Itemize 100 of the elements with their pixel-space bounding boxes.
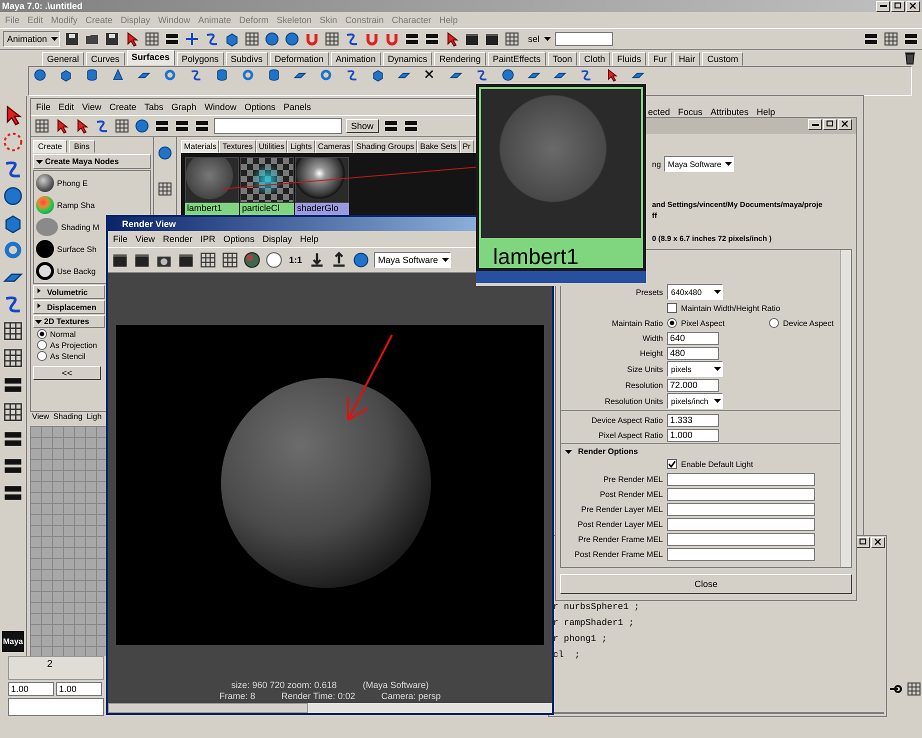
menu-item[interactable]: Edit bbox=[58, 102, 74, 112]
input-field[interactable] bbox=[554, 32, 613, 46]
layout-icon[interactable] bbox=[424, 31, 440, 47]
caret-icon[interactable] bbox=[544, 37, 551, 41]
cube-icon[interactable] bbox=[371, 68, 385, 82]
curve-icon[interactable] bbox=[475, 68, 489, 82]
layout-icon[interactable] bbox=[863, 31, 879, 47]
shelf-tab[interactable]: Fluids bbox=[612, 52, 646, 66]
menu-item[interactable]: Display bbox=[262, 234, 292, 244]
layout-icon[interactable] bbox=[174, 118, 190, 134]
magnet-icon[interactable] bbox=[364, 31, 380, 47]
menu-item[interactable]: File bbox=[113, 234, 128, 244]
input-field[interactable] bbox=[667, 518, 815, 530]
menu-item[interactable]: File bbox=[36, 102, 51, 112]
cube-icon[interactable] bbox=[59, 68, 73, 82]
shelf-tab[interactable]: Surfaces bbox=[126, 50, 175, 66]
mode-dropdown[interactable]: Animation bbox=[3, 31, 60, 47]
shelf-tab[interactable]: Dynamics bbox=[382, 52, 432, 66]
menu-item[interactable]: Ligh bbox=[86, 412, 102, 424]
input-field[interactable]: 480 bbox=[667, 346, 719, 360]
menu-item[interactable]: Render bbox=[162, 234, 192, 244]
minimize-button[interactable] bbox=[876, 0, 890, 12]
curve-icon[interactable] bbox=[345, 68, 359, 82]
layout-icon[interactable] bbox=[382, 118, 399, 134]
maximize-button[interactable] bbox=[856, 537, 870, 548]
section-header[interactable]: Render Options bbox=[561, 443, 840, 456]
menu-item[interactable]: View bbox=[82, 102, 102, 112]
shelf-tab[interactable]: Polygons bbox=[176, 52, 224, 66]
menu-item[interactable]: Window bbox=[204, 102, 236, 112]
shader-swatch[interactable] bbox=[36, 240, 54, 258]
node-label[interactable]: Surface Sh bbox=[57, 244, 97, 254]
dropdown[interactable]: pixels/inch bbox=[667, 393, 723, 409]
sphere-icon[interactable] bbox=[352, 251, 370, 269]
tab[interactable]: Materials bbox=[181, 140, 220, 153]
layout-icon[interactable] bbox=[154, 118, 170, 134]
grid-icon[interactable] bbox=[221, 251, 239, 269]
shelf-tab[interactable]: Deformation bbox=[270, 52, 329, 66]
input-field[interactable] bbox=[667, 472, 815, 486]
panel-tab[interactable]: Create bbox=[33, 140, 68, 153]
input-field[interactable] bbox=[667, 502, 815, 516]
close-button[interactable] bbox=[871, 537, 885, 548]
layout-icon[interactable] bbox=[194, 118, 210, 134]
panel-tab[interactable]: Bins bbox=[69, 140, 95, 153]
cone-icon[interactable] bbox=[111, 68, 125, 82]
sphere-icon[interactable] bbox=[157, 145, 173, 161]
shelf-tab[interactable]: Hair bbox=[674, 52, 700, 66]
shelf-tab[interactable]: Toon bbox=[548, 52, 578, 66]
grid-icon[interactable] bbox=[883, 31, 899, 47]
menu-item[interactable]: View bbox=[32, 412, 50, 424]
sphere-icon[interactable] bbox=[33, 68, 47, 82]
torus-icon[interactable] bbox=[2, 239, 24, 261]
layout-icon[interactable] bbox=[164, 31, 180, 47]
plus-icon[interactable] bbox=[184, 31, 200, 47]
colorball-icon[interactable] bbox=[243, 251, 261, 269]
minimize-button[interactable] bbox=[808, 119, 822, 130]
grid-icon[interactable] bbox=[2, 320, 24, 342]
sphere-icon[interactable] bbox=[134, 118, 150, 134]
range-end-field[interactable]: 1.00 bbox=[56, 682, 102, 696]
torus-icon[interactable] bbox=[163, 68, 177, 82]
sphere-icon[interactable] bbox=[2, 185, 24, 207]
shelf-tab[interactable]: PaintEffects bbox=[488, 52, 546, 66]
grid-icon[interactable] bbox=[2, 401, 24, 423]
torus-icon[interactable] bbox=[241, 68, 255, 82]
input-field[interactable]: 1.000 bbox=[667, 428, 719, 442]
selection-mode-label[interactable]: sel bbox=[528, 34, 540, 44]
scrollbar[interactable] bbox=[840, 250, 851, 567]
shader-swatch[interactable] bbox=[36, 262, 54, 280]
grid-icon[interactable] bbox=[244, 31, 260, 47]
curve-icon[interactable] bbox=[94, 118, 110, 134]
close-button[interactable] bbox=[906, 0, 920, 12]
grid-icon[interactable] bbox=[324, 31, 340, 47]
shader-swatch[interactable] bbox=[36, 174, 54, 192]
shader-swatch[interactable] bbox=[36, 218, 58, 236]
maximize-button[interactable] bbox=[891, 0, 905, 12]
menu-item[interactable]: Options bbox=[244, 102, 276, 112]
checkbox[interactable] bbox=[667, 459, 677, 469]
scrollbar[interactable] bbox=[108, 703, 552, 713]
maximize-button[interactable] bbox=[823, 119, 837, 130]
radio-label[interactable]: As Stencil bbox=[50, 352, 86, 360]
cube-icon[interactable] bbox=[224, 31, 240, 47]
menu-item[interactable]: Options bbox=[223, 234, 254, 244]
checkbox-label[interactable]: Maintain Width/Height Ratio bbox=[681, 304, 780, 312]
layout-icon[interactable] bbox=[903, 31, 919, 47]
radio-button[interactable] bbox=[37, 351, 47, 361]
cylinder-icon[interactable] bbox=[85, 68, 99, 82]
radio-label[interactable]: As Projection bbox=[50, 340, 98, 350]
shelf-tab[interactable]: Cloth bbox=[579, 52, 610, 66]
torus-icon[interactable] bbox=[319, 68, 333, 82]
actual-size-button[interactable]: 1:1 bbox=[287, 255, 304, 265]
node-label[interactable]: Shading M bbox=[61, 222, 100, 232]
grid-icon[interactable] bbox=[906, 681, 922, 697]
grid-icon[interactable] bbox=[144, 31, 160, 47]
shelf-tab[interactable]: Rendering bbox=[434, 52, 486, 66]
radio-button[interactable] bbox=[37, 340, 47, 350]
node-label[interactable]: Ramp Sha bbox=[57, 200, 95, 210]
sphere-icon[interactable] bbox=[284, 31, 300, 47]
curve-icon[interactable] bbox=[579, 68, 593, 82]
node-label[interactable]: Phong E bbox=[57, 178, 88, 188]
shelf-tab[interactable]: Custom bbox=[702, 52, 744, 66]
cylinder-icon[interactable] bbox=[215, 68, 229, 82]
